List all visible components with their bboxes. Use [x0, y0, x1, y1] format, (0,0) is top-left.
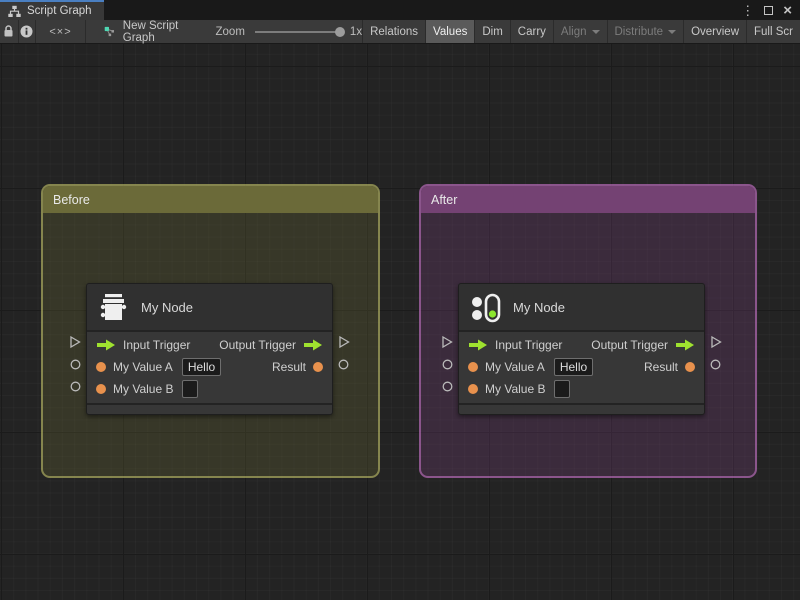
- output-trigger-label: Output Trigger: [591, 338, 668, 352]
- zoom-slider[interactable]: [254, 26, 345, 37]
- window-controls: ⋮ ×: [741, 0, 800, 20]
- input-trigger-label: Input Trigger: [495, 338, 563, 352]
- group-after-header[interactable]: After: [421, 186, 755, 213]
- value-b-input[interactable]: [554, 380, 571, 398]
- port-row-triggers: Input Trigger Output Trigger: [459, 334, 704, 356]
- value-b-port[interactable]: [70, 381, 81, 392]
- value-a-input[interactable]: Hello: [553, 358, 594, 376]
- output-trigger-label: Output Trigger: [219, 338, 296, 352]
- window-menu-icon[interactable]: ⋮: [741, 4, 754, 17]
- output-trigger-port[interactable]: [337, 335, 351, 349]
- relations-button[interactable]: Relations: [362, 20, 425, 43]
- zoom-control: Zoom 1x: [216, 20, 363, 43]
- node-footer: [459, 405, 704, 414]
- chevron-down-icon: [591, 29, 600, 34]
- graph-canvas[interactable]: Before After My Node Input Trigger Outpu…: [0, 44, 800, 600]
- close-icon[interactable]: ×: [783, 3, 792, 18]
- script-graph-asset-icon: [105, 26, 115, 37]
- input-trigger-label: Input Trigger: [123, 338, 191, 352]
- result-label: Result: [643, 360, 678, 374]
- flow-in-icon[interactable]: [468, 339, 488, 351]
- tab-label: Script Graph: [27, 5, 92, 17]
- value-b-input[interactable]: [182, 380, 199, 398]
- carry-button[interactable]: Carry: [509, 20, 553, 43]
- value-port-icon[interactable]: [313, 362, 323, 372]
- value-port-icon[interactable]: [468, 384, 478, 394]
- group-before-header[interactable]: Before: [43, 186, 378, 213]
- node-title: My Node: [141, 299, 194, 315]
- node-header[interactable]: My Node: [87, 284, 332, 330]
- value-port-icon[interactable]: [468, 362, 478, 372]
- maximize-icon[interactable]: [764, 5, 774, 15]
- edit-source-icon: <×>: [49, 25, 72, 38]
- dim-button[interactable]: Dim: [474, 20, 509, 43]
- result-port[interactable]: [710, 359, 721, 370]
- lock-button[interactable]: [0, 20, 19, 43]
- zoom-label: Zoom: [215, 25, 245, 38]
- node-body: Input Trigger Output Trigger My Value A …: [87, 332, 332, 403]
- node-title: My Node: [513, 299, 566, 315]
- result-port[interactable]: [338, 359, 349, 370]
- lock-icon: [4, 25, 13, 37]
- input-trigger-port[interactable]: [440, 335, 454, 349]
- value-a-label: My Value A: [113, 360, 173, 374]
- port-row-value-a: My Value A Hello Result: [459, 356, 704, 378]
- unit-block-icon: [100, 294, 127, 320]
- value-port-icon[interactable]: [96, 362, 106, 372]
- script-graph-window: Script Graph ⋮ × <×> New Script Graph Zo…: [0, 0, 800, 600]
- input-trigger-port[interactable]: [68, 335, 82, 349]
- new-script-graph-button[interactable]: New Script Graph: [86, 19, 197, 44]
- toggle-icon: [472, 293, 501, 323]
- port-row-value-b: My Value B: [87, 378, 332, 400]
- node-box[interactable]: My Node Input Trigger Output Trigger My …: [86, 283, 333, 415]
- zoom-slider-knob[interactable]: [334, 26, 345, 37]
- graph-toolbar: <×> New Script Graph Zoom 1x Relations V…: [0, 20, 800, 44]
- value-b-label: My Value B: [113, 382, 174, 396]
- edit-source-button[interactable]: <×>: [36, 20, 87, 43]
- info-icon: [20, 25, 33, 38]
- chevron-down-icon: [668, 29, 677, 34]
- overview-button[interactable]: Overview: [683, 20, 746, 43]
- value-a-label: My Value A: [485, 360, 545, 374]
- node-my-node-before[interactable]: My Node Input Trigger Output Trigger My …: [70, 283, 350, 415]
- port-row-triggers: Input Trigger Output Trigger: [87, 334, 332, 356]
- toolbar-toggle-buttons: Relations Values Dim Carry Align Distrib…: [362, 20, 800, 43]
- value-a-port[interactable]: [70, 359, 81, 370]
- port-row-value-a: My Value A Hello Result: [87, 356, 332, 378]
- info-button[interactable]: [19, 20, 36, 43]
- tab-script-graph[interactable]: Script Graph: [0, 0, 104, 20]
- value-a-input[interactable]: Hello: [181, 358, 222, 376]
- value-b-port[interactable]: [442, 381, 453, 392]
- node-header[interactable]: My Node: [459, 284, 704, 330]
- node-body: Input Trigger Output Trigger My Value A …: [459, 332, 704, 403]
- port-row-value-b: My Value B: [459, 378, 704, 400]
- zoom-value: 1x: [349, 25, 363, 38]
- node-box[interactable]: My Node Input Trigger Output Trigger My …: [458, 283, 705, 415]
- group-title: After: [431, 192, 458, 207]
- values-button[interactable]: Values: [425, 20, 475, 43]
- new-script-graph-label: New Script Graph: [122, 19, 179, 44]
- group-title: Before: [53, 192, 90, 207]
- node-my-node-after[interactable]: My Node Input Trigger Output Trigger My …: [442, 283, 722, 415]
- graph-hierarchy-icon: [8, 5, 21, 17]
- value-b-label: My Value B: [485, 382, 546, 396]
- align-dropdown[interactable]: Align: [552, 20, 607, 43]
- full-screen-button[interactable]: Full Scr: [746, 20, 800, 43]
- tab-bar: Script Graph ⋮ ×: [0, 0, 800, 20]
- value-port-icon[interactable]: [685, 362, 695, 372]
- flow-out-icon[interactable]: [303, 339, 323, 351]
- value-port-icon[interactable]: [96, 384, 106, 394]
- result-label: Result: [271, 360, 306, 374]
- node-footer: [87, 405, 332, 414]
- flow-in-icon[interactable]: [96, 339, 116, 351]
- flow-out-icon[interactable]: [675, 339, 695, 351]
- distribute-dropdown[interactable]: Distribute: [606, 20, 684, 43]
- value-a-port[interactable]: [442, 359, 453, 370]
- output-trigger-port[interactable]: [709, 335, 723, 349]
